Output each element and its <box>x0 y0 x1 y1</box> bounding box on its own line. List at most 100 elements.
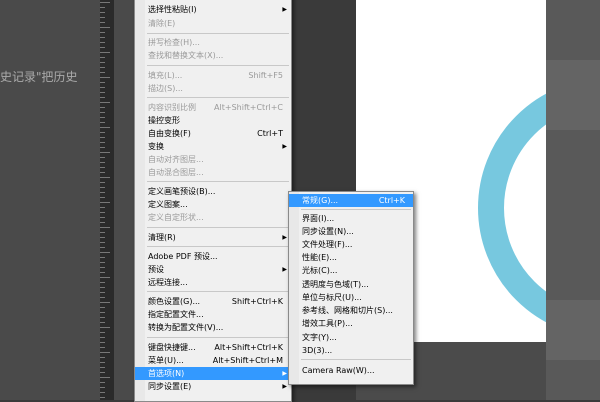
ruler-tick <box>100 157 105 158</box>
menu-separator <box>147 246 289 247</box>
ruler-tick <box>100 302 110 303</box>
ruler-tick <box>100 77 110 78</box>
ruler-tick <box>100 187 105 188</box>
menu-item-color-settings[interactable]: 颜色设置(G)... Shift+Ctrl+K <box>135 295 291 308</box>
menu-separator <box>147 337 289 338</box>
background-panel-left: 史记录"把历史 <box>0 0 100 400</box>
right-panel <box>546 0 600 400</box>
menu-item-auto-blend-layers[interactable]: 自动混合图层... <box>135 166 291 179</box>
menu-item-define-brush[interactable]: 定义画笔预设(B)... <box>135 185 291 198</box>
pref-item-units-rulers[interactable]: 单位与标尺(U)... <box>289 291 413 304</box>
ruler-tick <box>100 112 105 113</box>
ruler-tick <box>100 277 110 278</box>
menu-item-preferences[interactable]: 首选项(N) ▶ <box>135 367 291 380</box>
ruler-tick <box>100 332 105 333</box>
ruler-tick <box>100 297 105 298</box>
menu-item-find-replace[interactable]: 查找和替换文本(X)... <box>135 49 291 62</box>
pref-item-file-handling[interactable]: 文件处理(F)... <box>289 238 413 251</box>
panel-band <box>546 300 600 360</box>
ruler-tick <box>100 342 105 343</box>
menu-item-auto-align-layers[interactable]: 自动对齐图层... <box>135 153 291 166</box>
ruler-tick <box>100 227 110 228</box>
pref-item-performance[interactable]: 性能(E)... <box>289 251 413 264</box>
menu-item-puppet-warp[interactable]: 操控变形 <box>135 114 291 127</box>
ruler-tick <box>100 162 105 163</box>
menu-separator <box>147 181 289 182</box>
ruler-tick <box>100 252 110 253</box>
ruler-tick <box>100 147 105 148</box>
ruler-tick <box>100 362 105 363</box>
menu-item-presets[interactable]: 预设 ▶ <box>135 263 291 276</box>
ruler-tick <box>100 117 105 118</box>
ruler-tick <box>100 127 110 128</box>
ruler-tick <box>100 17 105 18</box>
pref-item-general[interactable]: 常规(G)... Ctrl+K <box>289 194 413 207</box>
pref-item-guides-grid-slices[interactable]: 参考线、网格和切片(S)... <box>289 304 413 317</box>
menu-separator <box>147 65 289 66</box>
menu-item-spell-check[interactable]: 拼写检查(H)... <box>135 36 291 49</box>
menu-item-fill[interactable]: 填充(L)... Shift+F5 <box>135 69 291 82</box>
ruler-tick <box>100 192 105 193</box>
menu-item-keyboard-shortcuts[interactable]: 键盘快捷键... Alt+Shift+Ctrl+K <box>135 341 291 354</box>
ruler-tick <box>100 132 105 133</box>
menu-item-clear[interactable]: 清除(E) <box>135 17 291 30</box>
menu-separator <box>301 359 411 360</box>
ruler-tick <box>100 42 105 43</box>
menu-separator <box>147 97 289 98</box>
menu-item-paste-special[interactable]: 选择性粘贴(I) ▶ <box>135 3 291 16</box>
pref-item-3d[interactable]: 3D(3)... <box>289 344 413 357</box>
menu-item-menus[interactable]: 菜单(U)... Alt+Shift+Ctrl+M <box>135 354 291 367</box>
ruler-tick <box>100 167 105 168</box>
ruler-tick <box>100 172 105 173</box>
background-text: 史记录"把历史 <box>0 70 78 84</box>
ruler-tick <box>100 137 105 138</box>
ruler-tick <box>100 232 105 233</box>
menu-item-free-transform[interactable]: 自由变换(F) Ctrl+T <box>135 127 291 140</box>
ruler-tick <box>100 377 110 378</box>
menu-item-assign-profile[interactable]: 指定配置文件... <box>135 308 291 321</box>
ruler-tick <box>100 7 105 8</box>
pref-item-transparency-gamut[interactable]: 透明度与色域(T)... <box>289 278 413 291</box>
menu-item-define-pattern[interactable]: 定义图案... <box>135 198 291 211</box>
edit-menu: 选择性粘贴(I) ▶ 清除(E) 拼写检查(H)... 查找和替换文本(X)...… <box>134 0 292 402</box>
ruler-tick <box>100 177 110 178</box>
pref-item-type[interactable]: 文字(Y)... <box>289 331 413 344</box>
menu-item-content-aware-scale[interactable]: 内容识别比例 Alt+Shift+Ctrl+C <box>135 101 291 114</box>
ruler-tick <box>100 182 105 183</box>
ruler-tick <box>100 152 110 153</box>
vertical-ruler <box>100 0 114 400</box>
pref-item-camera-raw[interactable]: Camera Raw(W)... <box>289 364 413 377</box>
ruler-tick <box>100 27 110 28</box>
menu-item-sync-settings[interactable]: 同步设置(E) ▶ <box>135 380 291 393</box>
ruler-tick <box>100 202 110 203</box>
ruler-tick <box>100 97 105 98</box>
preferences-submenu: 常规(G)... Ctrl+K 界面(I)... 同步设置(N)... 文件处理(… <box>288 191 414 385</box>
ruler-tick <box>100 87 105 88</box>
menu-item-stroke[interactable]: 描边(S)... <box>135 82 291 95</box>
ruler-tick <box>100 92 105 93</box>
ruler-tick <box>100 287 105 288</box>
pref-item-plugins[interactable]: 增效工具(P)... <box>289 317 413 330</box>
ruler-tick <box>100 267 105 268</box>
menu-separator <box>147 291 289 292</box>
pref-item-sync-settings[interactable]: 同步设置(N)... <box>289 225 413 238</box>
menu-item-transform[interactable]: 变换 ▶ <box>135 140 291 153</box>
ruler-tick <box>100 272 105 273</box>
document-strip <box>114 0 134 400</box>
ruler-tick <box>100 72 105 73</box>
ruler-tick <box>100 317 105 318</box>
menu-item-adobe-pdf-presets[interactable]: Adobe PDF 预设... <box>135 250 291 263</box>
menu-item-purge[interactable]: 清理(R) ▶ <box>135 231 291 244</box>
ruler-tick <box>100 207 105 208</box>
ruler-tick <box>100 327 110 328</box>
menu-item-convert-to-profile[interactable]: 转换为配置文件(V)... <box>135 321 291 334</box>
ruler-tick <box>100 347 105 348</box>
menu-item-define-custom-shape[interactable]: 定义自定形状... <box>135 211 291 224</box>
menu-separator <box>147 33 289 34</box>
pref-item-cursors[interactable]: 光标(C)... <box>289 264 413 277</box>
pref-item-interface[interactable]: 界面(I)... <box>289 212 413 225</box>
menu-item-remote-connections[interactable]: 远程连接... <box>135 276 291 289</box>
ruler-tick <box>100 352 110 353</box>
ruler-tick <box>100 52 110 53</box>
ruler-tick <box>100 47 105 48</box>
